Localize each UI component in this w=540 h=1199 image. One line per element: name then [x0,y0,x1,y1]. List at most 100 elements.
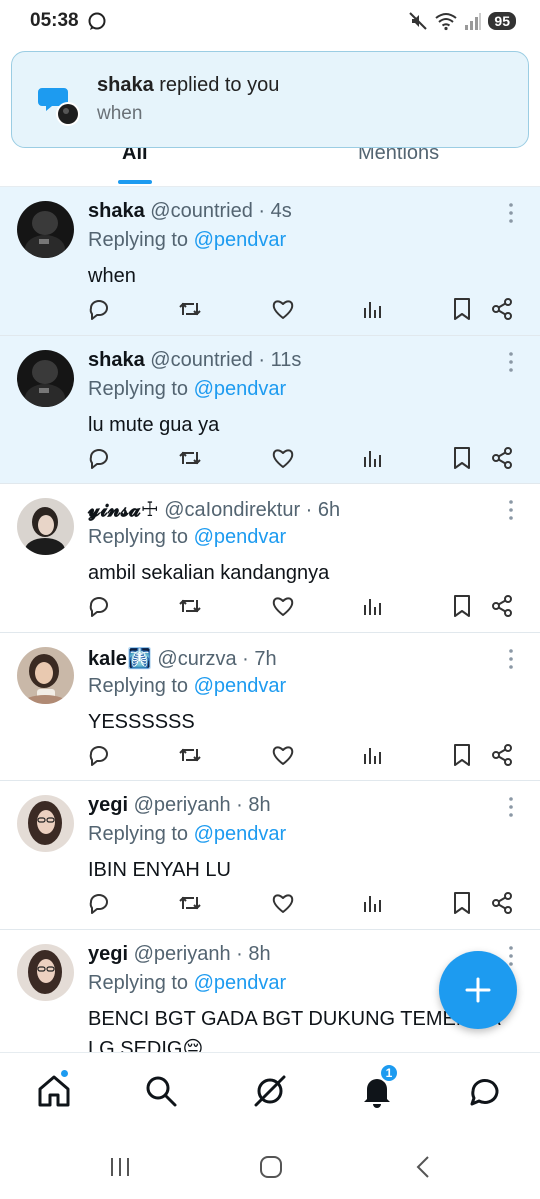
author-meta: @periyanh · 8h [128,794,271,816]
like-icon[interactable] [270,593,296,619]
tweet-text: YESSSSSS [88,710,195,733]
views-icon[interactable] [359,445,385,471]
bookmark-icon[interactable] [449,890,475,916]
battery-level: 95 [488,12,516,30]
retweet-icon[interactable] [177,890,203,916]
tweet-item[interactable]: shaka @countried · 4s Replying to @pendv… [0,187,540,336]
replying-to: Replying to @pendvar [88,526,287,548]
author-meta: @countried · 11s [144,348,302,371]
views-icon[interactable] [359,296,385,322]
bookmark-icon[interactable] [449,445,475,471]
nav-messages[interactable] [465,1071,505,1111]
grok-icon [254,1075,286,1107]
more-icon[interactable] [504,498,518,522]
like-icon[interactable] [270,296,296,322]
like-icon[interactable] [270,742,296,768]
replying-to: Replying to @pendvar [88,377,287,400]
reply-icon[interactable] [86,593,112,619]
mention-link[interactable]: @pendvar [194,675,287,697]
nav-search[interactable] [141,1071,181,1111]
tweet-item[interactable]: yegi @periyanh · 8h Replying to @pendvar… [0,781,540,930]
status-time: 05:38 [30,10,79,31]
mention-link[interactable]: @pendvar [194,972,287,994]
more-icon[interactable] [504,647,518,671]
system-nav-bar [0,1130,540,1199]
like-icon[interactable] [270,890,296,916]
views-icon[interactable] [359,593,385,619]
retweet-icon[interactable] [177,296,203,322]
share-icon[interactable] [489,742,515,768]
tweet-text: IBIN ENYAH LU [88,859,231,881]
search-icon [146,1076,177,1107]
author-name[interactable]: shaka [88,349,145,371]
notifications-feed[interactable]: shaka @countried · 4s Replying to @pendv… [0,186,540,1052]
avatar[interactable] [17,349,74,407]
chat-icon [470,1079,499,1106]
share-icon[interactable] [489,445,515,471]
tweet-text: lu mute gua ya [88,413,220,436]
tweet-actions [86,445,526,473]
author-name[interactable]: kale [88,648,127,670]
bookmark-icon[interactable] [449,593,475,619]
replying-to: Replying to @pendvar [88,674,287,697]
status-bar: 05:38 95 [0,0,540,42]
mention-link[interactable]: @pendvar [194,229,287,251]
tweet-text: ambil sekalian kandangnya [88,562,330,584]
nav-notifications[interactable]: 1 [357,1063,399,1111]
compose-icon [465,977,491,1003]
avatar[interactable] [17,646,74,704]
avatar[interactable] [17,943,74,1001]
more-icon[interactable] [504,201,518,225]
mention-link[interactable]: @pendvar [194,378,287,400]
replying-to: Replying to @pendvar [88,823,287,845]
home-button-icon[interactable] [256,1152,286,1182]
views-icon[interactable] [359,890,385,916]
share-icon[interactable] [489,296,515,322]
mute-icon [409,12,428,30]
signal-icon [465,13,482,30]
replying-to: Replying to @pendvar [88,229,287,251]
retweet-icon[interactable] [177,593,203,619]
reply-icon[interactable] [86,742,112,768]
views-icon[interactable] [359,742,385,768]
avatar[interactable] [17,498,74,555]
tweet-item[interactable]: shaka @countried · 11s Replying to @pend… [0,335,540,484]
nav-home[interactable] [34,1069,74,1111]
like-icon[interactable] [270,445,296,471]
reply-icon[interactable] [86,445,112,471]
author-name[interactable]: shaka [88,200,145,222]
recent-apps-icon[interactable] [105,1152,135,1182]
author-name[interactable]: yegi [88,943,128,965]
tweet-header: yegi @periyanh · 8h [88,794,271,817]
author-name[interactable]: 𝔂𝓲𝓷𝓼𝓪☩ [88,499,159,521]
reply-icon[interactable] [86,296,112,322]
more-icon[interactable] [504,795,518,819]
home-icon [38,1075,70,1107]
retweet-icon[interactable] [177,742,203,768]
compose-button[interactable] [439,951,517,1029]
more-icon[interactable] [504,350,518,374]
avatar[interactable] [17,201,74,258]
tweet-item[interactable]: 𝔂𝓲𝓷𝓼𝓪☩ @caIondirektur · 6h Replying to @… [0,484,540,633]
mention-link[interactable]: @pendvar [194,526,287,548]
avatar[interactable] [17,795,74,852]
tweet-item[interactable]: kale🩻 @curzva · 7h Replying to @pendvar … [0,633,540,781]
bookmark-icon[interactable] [449,296,475,322]
tweet-actions [86,742,526,770]
notification-banner[interactable]: shaka replied to you when [11,51,529,148]
tab-indicator [118,180,152,184]
bookmark-icon[interactable] [449,742,475,768]
share-icon[interactable] [489,593,515,619]
reply-icon[interactable] [86,890,112,916]
notification-title: shaka replied to you [97,74,280,96]
mention-link[interactable]: @pendvar [194,823,287,845]
nav-grok[interactable] [250,1071,290,1111]
share-icon[interactable] [489,890,515,916]
tweet-header: 𝔂𝓲𝓷𝓼𝓪☩ @caIondirektur · 6h [88,497,340,522]
back-icon[interactable] [408,1152,438,1182]
tweet-actions [86,890,526,918]
author-name[interactable]: yegi [88,794,128,816]
notification-body: when [97,103,143,124]
author-meta: @periyanh · 8h [128,942,271,965]
retweet-icon[interactable] [177,445,203,471]
